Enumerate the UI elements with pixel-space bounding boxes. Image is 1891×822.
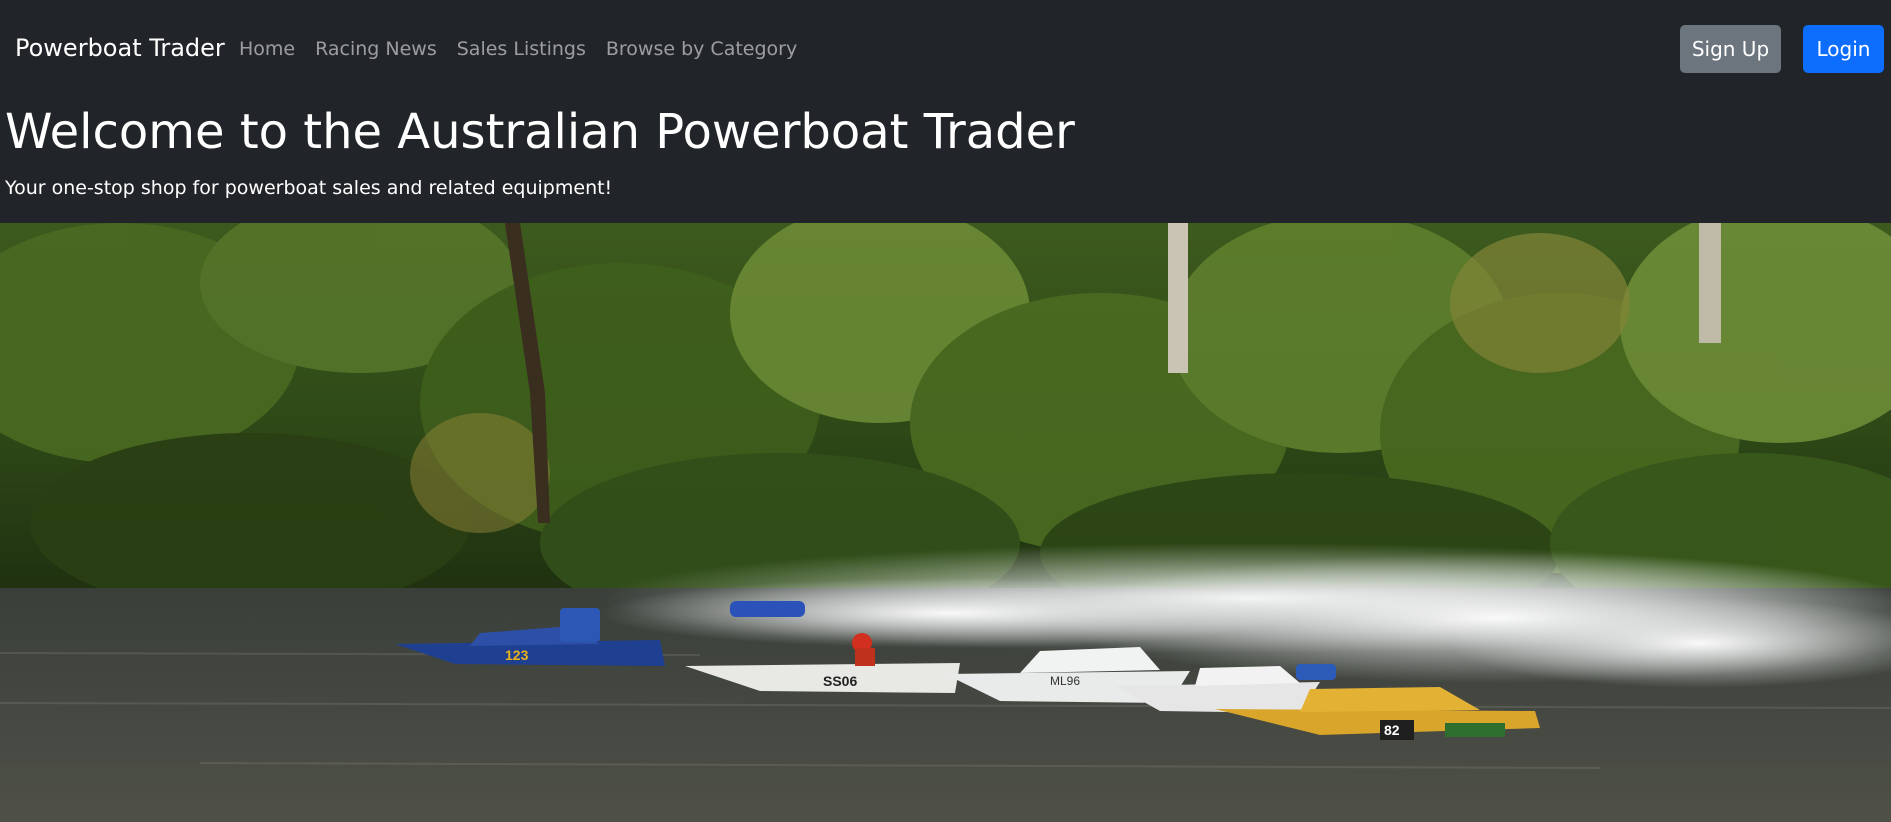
nav-link-sales-listings[interactable]: Sales Listings [457, 38, 586, 60]
login-button[interactable]: Login [1803, 25, 1884, 73]
hero-photo: 123 SS06 ML96 82 [0, 223, 1891, 822]
tree-trunk [1168, 223, 1188, 373]
brand-link[interactable]: Powerboat Trader [15, 34, 225, 62]
navbar: Powerboat Trader Home Racing News Sales … [0, 0, 1891, 100]
page-subtitle: Your one-stop shop for powerboat sales a… [5, 177, 613, 199]
nav-link-racing-news[interactable]: Racing News [315, 38, 437, 60]
nav-link-home[interactable]: Home [239, 38, 295, 60]
boat-number: 82 [1384, 722, 1400, 738]
boat-number: ML96 [1050, 674, 1080, 688]
signup-button[interactable]: Sign Up [1680, 25, 1781, 73]
nav-link-browse-by-category[interactable]: Browse by Category [606, 38, 797, 60]
nav-links: Home Racing News Sales Listings Browse b… [239, 38, 797, 60]
boat-number: SS06 [823, 673, 857, 689]
tree-trunk [1699, 223, 1721, 343]
page-title: Welcome to the Australian Powerboat Trad… [5, 104, 1075, 160]
buoy [730, 601, 805, 617]
boat-number: 123 [505, 647, 529, 663]
